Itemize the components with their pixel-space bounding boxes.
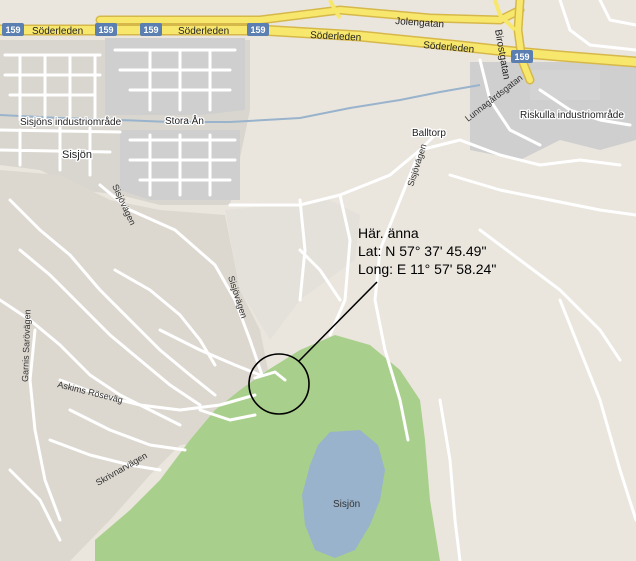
- route-shield-2: 159: [95, 23, 117, 36]
- place-label-sisjons-industriomrade-line1: Sisjöns industriområde: [20, 116, 122, 128]
- annotation-latitude: Lat: N 57° 37' 45.49": [358, 243, 486, 259]
- svg-text:159: 159: [514, 52, 529, 62]
- route-shield-4: 159: [247, 23, 269, 36]
- annotation-title: Här. änna: [358, 225, 419, 241]
- route-shield-3: 159: [140, 23, 162, 36]
- svg-text:159: 159: [250, 25, 265, 35]
- road-label-soderleden-2: Söderleden: [178, 26, 229, 37]
- place-label-stora-an: Stora Ån: [165, 114, 204, 127]
- map-canvas[interactable]: 159 159 159 159 159 Söderleden Söderlede…: [0, 0, 636, 561]
- road-label-soderleden-1: Söderleden: [32, 26, 83, 37]
- lake-label-sisjon: Sisjön: [333, 499, 360, 510]
- svg-text:159: 159: [143, 25, 158, 35]
- svg-text:159: 159: [5, 25, 20, 35]
- place-label-riskulla-industriomrade: Riskulla industriområde: [520, 109, 624, 121]
- route-shield-5: 159: [511, 50, 533, 63]
- svg-text:159: 159: [98, 25, 113, 35]
- route-shield-1: 159: [2, 23, 24, 36]
- place-label-sisjon: Sisjön: [62, 149, 92, 161]
- annotation-longitude: Long: E 11° 57' 58.24": [358, 261, 496, 277]
- place-label-balltorp: Balltorp: [412, 128, 446, 139]
- industrial-patch-east: [530, 70, 600, 100]
